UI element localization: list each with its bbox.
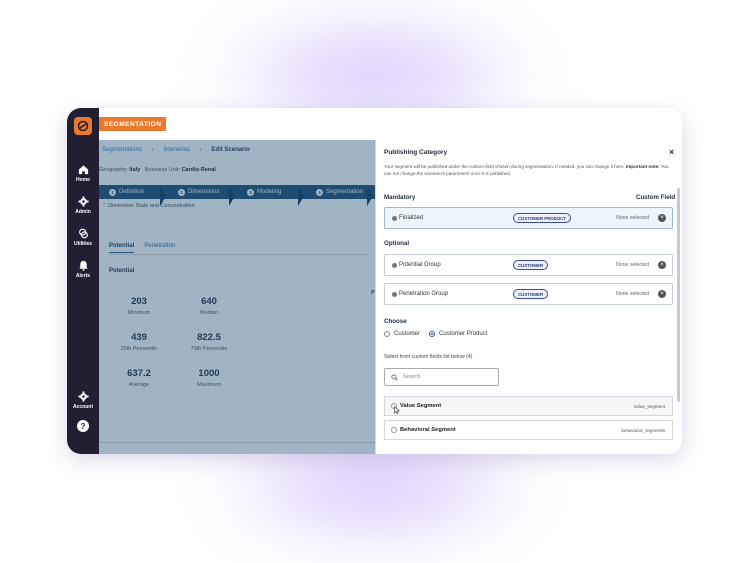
link-icon bbox=[78, 228, 88, 239]
optional-heading: Optional bbox=[384, 240, 410, 247]
top-bar: SEGMENTATION bbox=[99, 108, 682, 140]
mandatory-field-row[interactable]: Finalized CUSTOMER PRODUCT None selected… bbox=[384, 207, 673, 229]
panel-description: Your segment will be published under the… bbox=[384, 164, 669, 176]
radio-button[interactable] bbox=[391, 427, 397, 433]
close-icon[interactable]: × bbox=[669, 147, 674, 157]
help-icon: ? bbox=[77, 420, 89, 432]
app-logo[interactable] bbox=[74, 117, 92, 135]
sidebar-item-label: Alerts bbox=[75, 273, 91, 279]
sidebar-item-home[interactable]: Home bbox=[67, 164, 99, 183]
custom-field-option[interactable]: Behavioral Segment behavioral_segments bbox=[384, 420, 673, 440]
optional-field-row[interactable]: Penetration Group CUSTOMER None selected… bbox=[384, 283, 673, 305]
sidebar-item-account[interactable]: Account bbox=[67, 391, 99, 410]
sidebar-item-alerts[interactable]: Alerts bbox=[67, 260, 99, 279]
search-field[interactable] bbox=[384, 368, 499, 386]
clear-icon[interactable]: × bbox=[658, 214, 666, 222]
option-name: Value Segment bbox=[400, 403, 442, 409]
field-status-dot bbox=[392, 215, 397, 221]
bell-icon bbox=[78, 260, 88, 271]
radio-button-selected[interactable] bbox=[429, 331, 436, 337]
field-status-dot bbox=[392, 262, 397, 268]
field-selection-status: None selected bbox=[616, 215, 650, 221]
field-tag: CUSTOMER bbox=[513, 260, 549, 270]
gear-icon bbox=[77, 196, 89, 207]
option-name: Behavioral Segment bbox=[400, 427, 456, 433]
clear-icon[interactable]: × bbox=[658, 261, 666, 269]
option-key: behavioral_segments bbox=[621, 427, 665, 433]
radio-customer[interactable]: Customer bbox=[384, 331, 420, 337]
field-tag: CUSTOMER PRODUCT bbox=[513, 213, 571, 223]
sidebar-item-label: Utilities bbox=[73, 241, 93, 247]
field-status-dot bbox=[392, 291, 397, 297]
optional-field-row[interactable]: Potential Group CUSTOMER None selected × bbox=[384, 254, 673, 276]
left-sidebar: Home Admin Utilities Alerts Account ? bbox=[67, 108, 99, 454]
sidebar-item-label: Home bbox=[76, 177, 90, 183]
field-selection-status: None selected bbox=[616, 291, 650, 297]
mouse-cursor-icon bbox=[394, 406, 400, 414]
app-window: Home Admin Utilities Alerts Account ? SE… bbox=[67, 108, 682, 454]
sidebar-item-label: Admin bbox=[75, 209, 91, 215]
clear-icon[interactable]: × bbox=[658, 290, 666, 298]
field-name: Finalized bbox=[399, 215, 424, 221]
choose-radio-group: Customer Customer Product bbox=[384, 331, 496, 337]
radio-customer-product[interactable]: Customer Product bbox=[429, 331, 487, 337]
sidebar-item-admin[interactable]: Admin bbox=[67, 196, 99, 215]
option-key: value_segment bbox=[633, 403, 665, 409]
search-input[interactable] bbox=[403, 374, 493, 380]
field-name: Penetration Group bbox=[399, 291, 449, 297]
field-selection-status: None selected bbox=[616, 262, 650, 268]
section-badge: SEGMENTATION bbox=[99, 117, 167, 131]
sidebar-item-label: Account bbox=[73, 404, 93, 410]
choose-heading: Choose bbox=[384, 318, 407, 325]
search-icon bbox=[391, 373, 398, 381]
custom-field-heading: Custom Field bbox=[636, 194, 676, 201]
help-button[interactable]: ? bbox=[67, 420, 99, 432]
gear-icon bbox=[77, 391, 89, 402]
custom-fields-hint: Select from custom fields list below (4) bbox=[384, 354, 473, 360]
radio-button[interactable] bbox=[384, 331, 390, 337]
custom-field-option[interactable]: Value Segment value_segment bbox=[384, 396, 673, 416]
logo-icon bbox=[77, 120, 89, 132]
panel-scrollbar[interactable] bbox=[677, 188, 680, 402]
sidebar-item-utilities[interactable]: Utilities bbox=[67, 228, 99, 247]
home-icon bbox=[78, 165, 88, 175]
panel-title: Publishing Category bbox=[384, 149, 448, 156]
field-name: Potential Group bbox=[399, 262, 441, 268]
publishing-category-panel: Publishing Category × Your segment will … bbox=[375, 140, 682, 454]
field-tag: CUSTOMER bbox=[513, 289, 549, 299]
modal-backdrop[interactable] bbox=[99, 140, 375, 454]
mandatory-heading: Mandatory bbox=[384, 194, 416, 201]
